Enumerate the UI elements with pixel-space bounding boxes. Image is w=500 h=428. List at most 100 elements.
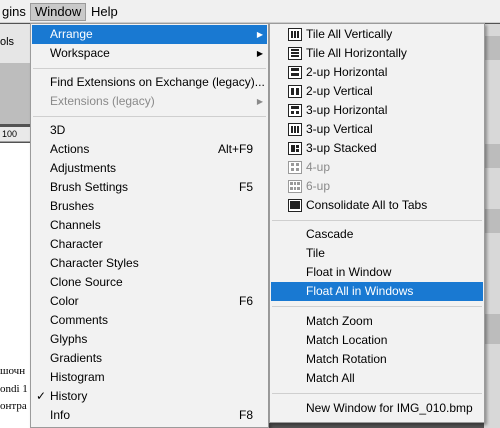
submenu-arrow-icon: ▶ [256,97,263,106]
document-canvas[interactable]: шочн ondi 1 онтра [0,143,30,428]
menu-item-match-rotation[interactable]: Match Rotation [271,350,483,369]
menu-item-history[interactable]: ✓ History [32,387,267,406]
menu-separator [272,306,482,307]
menu-item-label: 3-up Horizontal [306,103,388,117]
menu-item-3up-horizontal[interactable]: 3-up Horizontal [271,101,483,120]
doc-text-line: онтра [0,400,27,412]
menu-item-match-zoom[interactable]: Match Zoom [271,312,483,331]
menu-item-label: Comments [50,313,109,327]
menu-item-new-window[interactable]: New Window for IMG_010.bmp [271,399,483,418]
two-up-horizontal-icon [288,66,302,79]
menu-item-glyphs[interactable]: Glyphs [32,330,267,349]
menu-item-label: Clone Source [50,275,123,289]
menu-item-character-styles[interactable]: Character Styles [32,254,267,273]
menu-item-label: Character [50,237,103,251]
menu-item-label: New Window for IMG_010.bmp [306,401,473,415]
right-panel-strip [484,24,500,428]
menu-item-arrange[interactable]: Arrange ▶ [32,25,267,44]
tile-horizontal-icon [288,47,302,60]
menu-separator [33,68,266,69]
menu-separator [33,116,266,117]
menu-item-label: 2-up Horizontal [306,65,388,79]
menu-item-label: 2-up Vertical [306,84,373,98]
menu-item-2up-horizontal[interactable]: 2-up Horizontal [271,63,483,82]
menu-item-label: Match Rotation [306,352,387,366]
menu-item-brushes[interactable]: Brushes [32,197,267,216]
menu-item-label: Consolidate All to Tabs [306,198,428,212]
menu-item-label: Arrange [50,27,93,41]
submenu-arrow-icon: ▶ [256,30,263,39]
menu-item-2up-vertical[interactable]: 2-up Vertical [271,82,483,101]
menu-item-match-location[interactable]: Match Location [271,331,483,350]
ruler-label: 100 [2,129,18,139]
menu-item-label: Tile [306,246,325,260]
menu-item-label: Color [50,294,79,308]
panel-block [484,36,500,60]
panel-block [484,314,500,344]
menu-item-label: Channels [50,218,101,232]
menu-item-info[interactable]: Info F8 [32,406,267,425]
menu-item-shortcut: F8 [238,408,253,422]
menu-item-clone-source[interactable]: Clone Source [32,273,267,292]
menu-item-cascade[interactable]: Cascade [271,225,483,244]
menu-item-histogram[interactable]: Histogram [32,368,267,387]
menu-item-label: 6-up [306,179,331,193]
menu-item-color[interactable]: Color F6 [32,292,267,311]
menubar-plugins[interactable]: gins [0,3,30,21]
menu-item-workspace[interactable]: Workspace ▶ [32,44,267,63]
menu-item-label: Tile All Horizontally [306,46,407,60]
four-up-icon [288,161,302,174]
two-up-vertical-icon [288,85,302,98]
menu-item-consolidate-all-to-tabs[interactable]: Consolidate All to Tabs [271,196,483,215]
menu-item-label: Match Zoom [306,314,373,328]
three-up-vertical-icon [288,123,302,136]
menu-item-4up: 4-up [271,158,483,177]
menu-item-float-in-window[interactable]: Float in Window [271,263,483,282]
menu-item-label: Match Location [306,333,388,347]
menu-item-label: Histogram [50,370,105,384]
doc-text-line: шочн [0,365,26,377]
menu-item-adjustments[interactable]: Adjustments [32,159,267,178]
submenu-arrow-icon: ▶ [256,49,263,58]
menu-item-label: Find Extensions on Exchange (legacy)... [50,75,265,89]
menu-item-actions[interactable]: Actions Alt+F9 [32,140,267,159]
menu-item-match-all[interactable]: Match All [271,369,483,388]
menu-item-label: Brush Settings [50,180,129,194]
menu-item-label: Cascade [306,227,354,241]
menu-item-label: Extensions (legacy) [50,94,155,108]
menu-item-label: Character Styles [50,256,139,270]
menu-item-label: Brushes [50,199,95,213]
menubar-help[interactable]: Help [87,3,122,21]
menu-item-tile-all-horizontally[interactable]: Tile All Horizontally [271,44,483,63]
menu-item-character[interactable]: Character [32,235,267,254]
menu-item-brush-settings[interactable]: Brush Settings F5 [32,178,267,197]
menu-item-label: Float in Window [306,265,392,279]
three-up-stacked-icon [288,142,302,155]
menu-separator [272,393,482,394]
window-menu: Arrange ▶ Workspace ▶ Find Extensions on E… [30,23,269,428]
menu-item-float-all-in-windows[interactable]: Float All in Windows [271,282,483,301]
panel-block [484,144,500,168]
menu-item-tile-all-vertically[interactable]: Tile All Vertically [271,25,483,44]
menu-item-label: Float All in Windows [306,284,414,298]
menu-item-gradients[interactable]: Gradients [32,349,267,368]
menu-separator [272,220,482,221]
menu-item-3up-vertical[interactable]: 3-up Vertical [271,120,483,139]
menu-item-3d[interactable]: 3D [32,121,267,140]
options-label: ols [0,36,15,48]
consolidate-tabs-icon [288,199,302,212]
menu-item-comments[interactable]: Comments [32,311,267,330]
menu-item-6up: 6-up [271,177,483,196]
menu-item-label: 4-up [306,160,331,174]
menu-item-channels[interactable]: Channels [32,216,267,235]
menu-item-label: Match All [306,371,355,385]
menu-item-label: Adjustments [50,161,117,175]
arrange-submenu: Tile All Vertically Tile All Horizontall… [269,23,485,423]
menu-item-label: 3-up Vertical [306,122,373,136]
doc-text-line: ondi 1 [0,383,28,395]
menu-item-3up-stacked[interactable]: 3-up Stacked [271,139,483,158]
menu-item-find-extensions[interactable]: Find Extensions on Exchange (legacy)... [32,73,267,92]
menu-item-tile[interactable]: Tile [271,244,483,263]
menu-item-shortcut: F5 [238,180,253,194]
menubar-window[interactable]: Window [30,3,87,21]
